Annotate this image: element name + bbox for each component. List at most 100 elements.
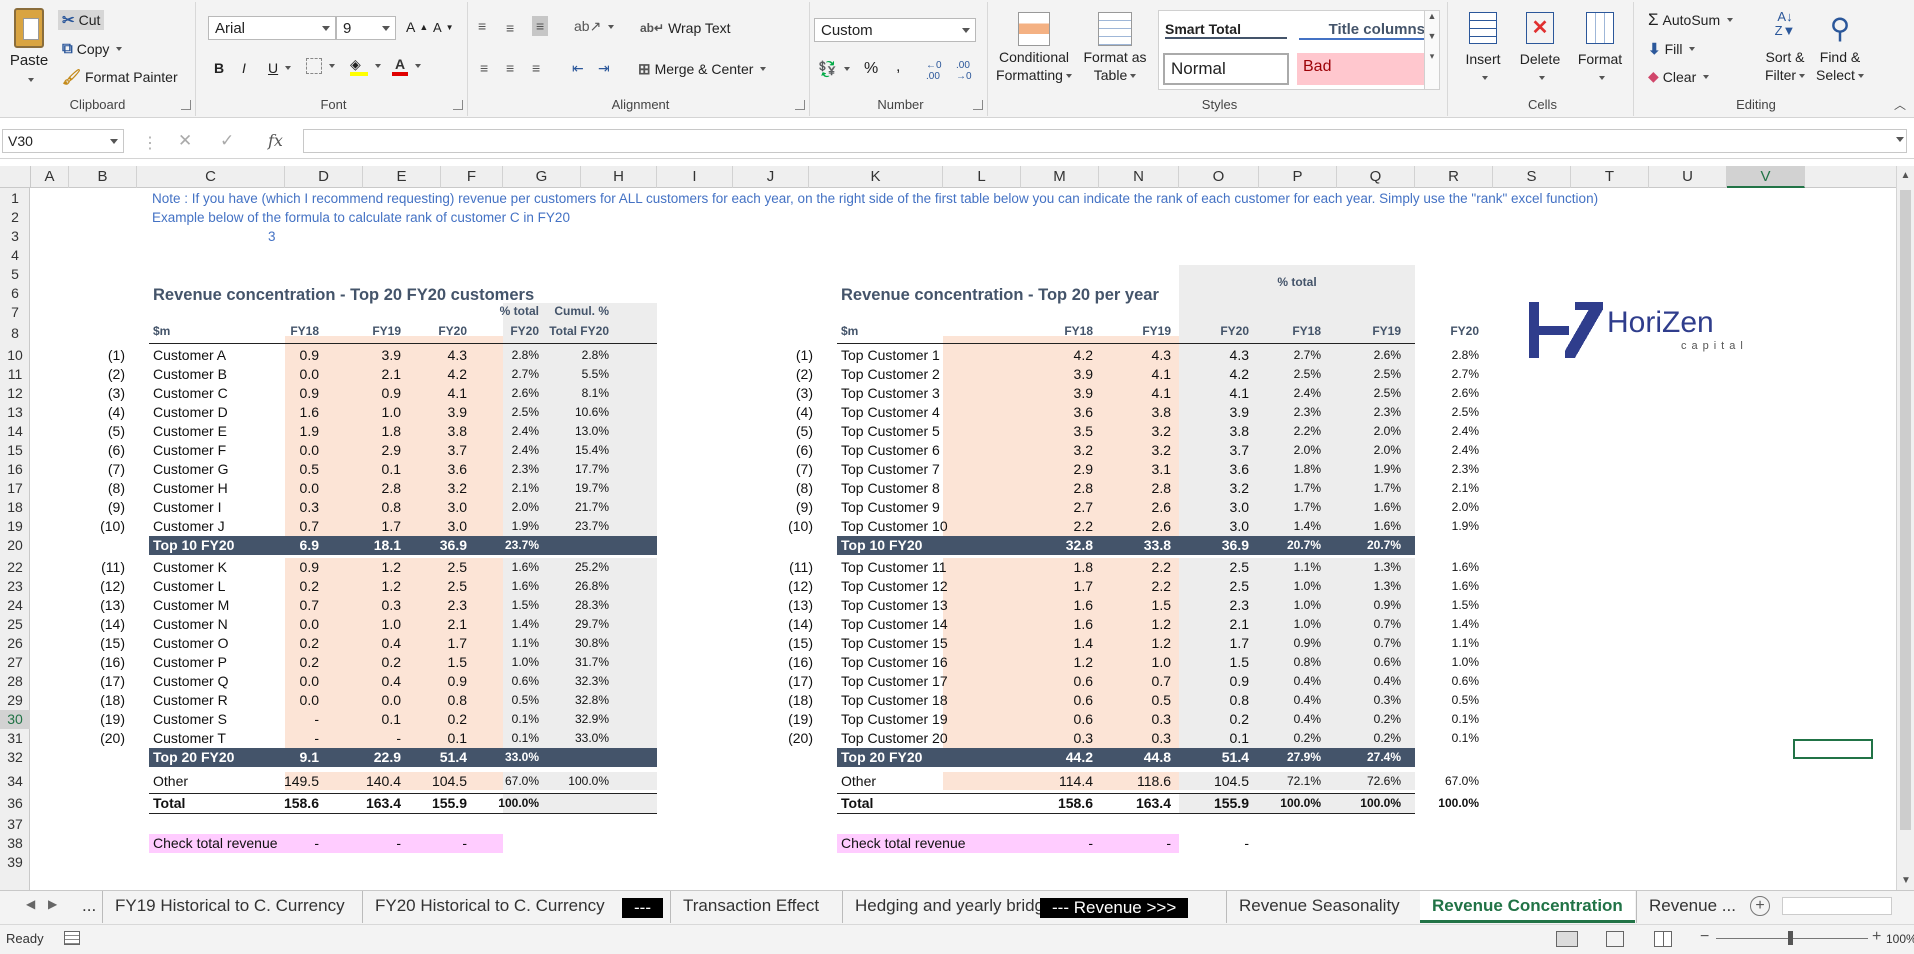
accounting-format-button[interactable]: 💱	[818, 60, 850, 78]
row-header-28[interactable]: 28	[0, 672, 30, 691]
percent-button[interactable]: %	[864, 60, 878, 78]
column-header-j[interactable]: J	[733, 166, 809, 188]
sheet-tab[interactable]: FY20 Historical to C. Currency	[362, 891, 617, 923]
page-break-view-icon[interactable]	[1654, 931, 1672, 947]
tab-scroll-right-icon[interactable]: ▶	[48, 897, 57, 911]
increase-decimal-button[interactable]: ←0.00	[926, 60, 942, 82]
sheet-tab[interactable]: Revenue Concentration	[1420, 891, 1635, 923]
number-launcher[interactable]	[973, 100, 983, 110]
column-header-e[interactable]: E	[363, 166, 441, 188]
row-header-4[interactable]: 4	[0, 246, 30, 265]
row-header-19[interactable]: 19	[0, 517, 30, 536]
style-title-columns[interactable]: Title columns	[1299, 21, 1425, 40]
fill-color-button[interactable]: ◈	[350, 56, 381, 76]
add-sheet-icon[interactable]: +	[1750, 896, 1770, 916]
sheet-tab[interactable]: Hedging and yearly bridge	[842, 891, 1065, 923]
column-header-k[interactable]: K	[809, 166, 943, 188]
copy-button[interactable]: ⧉ Copy	[62, 40, 123, 57]
zoom-slider-thumb[interactable]	[1788, 931, 1793, 945]
orientation-button[interactable]: ab↗	[574, 18, 615, 35]
scroll-thumb[interactable]	[1900, 190, 1911, 830]
vertical-scrollbar[interactable]: ▲ ▼	[1896, 166, 1914, 890]
row-header-25[interactable]: 25	[0, 615, 30, 634]
row-header-7[interactable]: 7	[0, 303, 30, 322]
column-header-p[interactable]: P	[1259, 166, 1337, 188]
bold-button[interactable]: B	[214, 60, 224, 76]
row-header-13[interactable]: 13	[0, 403, 30, 422]
column-header-m[interactable]: M	[1021, 166, 1099, 188]
italic-button[interactable]: I	[242, 60, 246, 76]
column-header-g[interactable]: G	[503, 166, 581, 188]
column-header-q[interactable]: Q	[1337, 166, 1415, 188]
zoom-slider[interactable]	[1716, 931, 1868, 945]
insert-function-icon[interactable]: fx	[268, 131, 283, 150]
sheet-tab[interactable]: Revenue ...	[1636, 891, 1748, 923]
row-header-11[interactable]: 11	[0, 365, 30, 384]
clipboard-launcher[interactable]	[181, 100, 191, 110]
row-header-12[interactable]: 12	[0, 384, 30, 403]
row-header-18[interactable]: 18	[0, 498, 30, 517]
zoom-out-icon[interactable]: −	[1700, 928, 1709, 946]
underline-button[interactable]: U	[268, 60, 292, 76]
delete-button[interactable]: ✕ Delete	[1512, 12, 1568, 86]
row-header-8[interactable]: 8	[0, 324, 30, 343]
column-header-t[interactable]: T	[1571, 166, 1649, 188]
column-header-v[interactable]: V	[1727, 166, 1805, 188]
align-middle-button[interactable]: ≡	[506, 20, 514, 36]
grow-font-button[interactable]: A ▲	[406, 19, 428, 35]
row-header-16[interactable]: 16	[0, 460, 30, 479]
insert-button[interactable]: Insert	[1458, 12, 1508, 86]
column-header-n[interactable]: N	[1099, 166, 1179, 188]
borders-button[interactable]	[306, 58, 335, 74]
select-all-corner[interactable]	[0, 166, 31, 188]
style-bad[interactable]: Bad	[1297, 53, 1425, 85]
column-header-a[interactable]: A	[31, 166, 69, 188]
row-header-14[interactable]: 14	[0, 422, 30, 441]
row-header-27[interactable]: 27	[0, 653, 30, 672]
row-header-30[interactable]: 30	[0, 710, 30, 729]
fill-button[interactable]: ⬇ Fill	[1648, 40, 1696, 58]
row-header-15[interactable]: 15	[0, 441, 30, 460]
column-header-r[interactable]: R	[1415, 166, 1493, 188]
decrease-decimal-button[interactable]: .00 →0	[956, 60, 972, 82]
row-header-31[interactable]: 31	[0, 729, 30, 748]
column-header-u[interactable]: U	[1649, 166, 1727, 188]
column-header-f[interactable]: F	[441, 166, 503, 188]
sheet-tab[interactable]: Revenue Seasonality	[1226, 891, 1412, 923]
row-header-32[interactable]: 32	[0, 748, 30, 767]
column-header-b[interactable]: B	[69, 166, 137, 188]
autosum-button[interactable]: Σ AutoSum	[1648, 10, 1734, 30]
shrink-font-button[interactable]: A ▼	[433, 20, 454, 35]
row-header-22[interactable]: 22	[0, 558, 30, 577]
column-header-o[interactable]: O	[1179, 166, 1259, 188]
sheet-tab[interactable]: FY19 Historical to C. Currency	[102, 891, 357, 923]
column-header-i[interactable]: I	[657, 166, 733, 188]
selected-cell[interactable]	[1793, 739, 1873, 759]
row-header-24[interactable]: 24	[0, 596, 30, 615]
align-top-button[interactable]: ≡	[478, 18, 486, 34]
decrease-indent-button[interactable]: ⇤	[572, 60, 584, 77]
row-header-3[interactable]: 3	[0, 227, 30, 246]
expand-formula-icon[interactable]	[1896, 137, 1904, 142]
format-button[interactable]: Format	[1570, 12, 1630, 86]
row-header-10[interactable]: 10	[0, 346, 30, 365]
clear-button[interactable]: ◆ Clear	[1648, 68, 1710, 85]
sheet-tab[interactable]: ---	[622, 898, 663, 918]
find-select-button[interactable]: ⚲ Find & Select	[1812, 10, 1868, 84]
row-header-20[interactable]: 20	[0, 536, 30, 555]
zoom-in-icon[interactable]: +	[1872, 928, 1881, 946]
format-as-table-button[interactable]: Format as Table	[1080, 12, 1150, 84]
align-center-button[interactable]: ≡	[506, 60, 514, 76]
conditional-formatting-button[interactable]: Conditional Formatting	[992, 12, 1076, 84]
sheet-tab[interactable]: --- Revenue >>>	[1040, 898, 1189, 918]
collapse-ribbon-icon[interactable]: ︿	[1894, 96, 1906, 113]
row-header-29[interactable]: 29	[0, 691, 30, 710]
wrap-text-button[interactable]: ab↵ Wrap Text	[640, 20, 731, 36]
name-box[interactable]: V30	[2, 129, 124, 153]
row-header-37[interactable]: 37	[0, 815, 30, 834]
format-painter-button[interactable]: 🖌 Format Painter	[62, 68, 178, 86]
tab-scroll-left-icon[interactable]: ◀	[26, 897, 35, 911]
font-size-select[interactable]: 9	[336, 16, 396, 40]
row-header-5[interactable]: 5	[0, 265, 30, 284]
row-header-2[interactable]: 2	[0, 208, 30, 227]
